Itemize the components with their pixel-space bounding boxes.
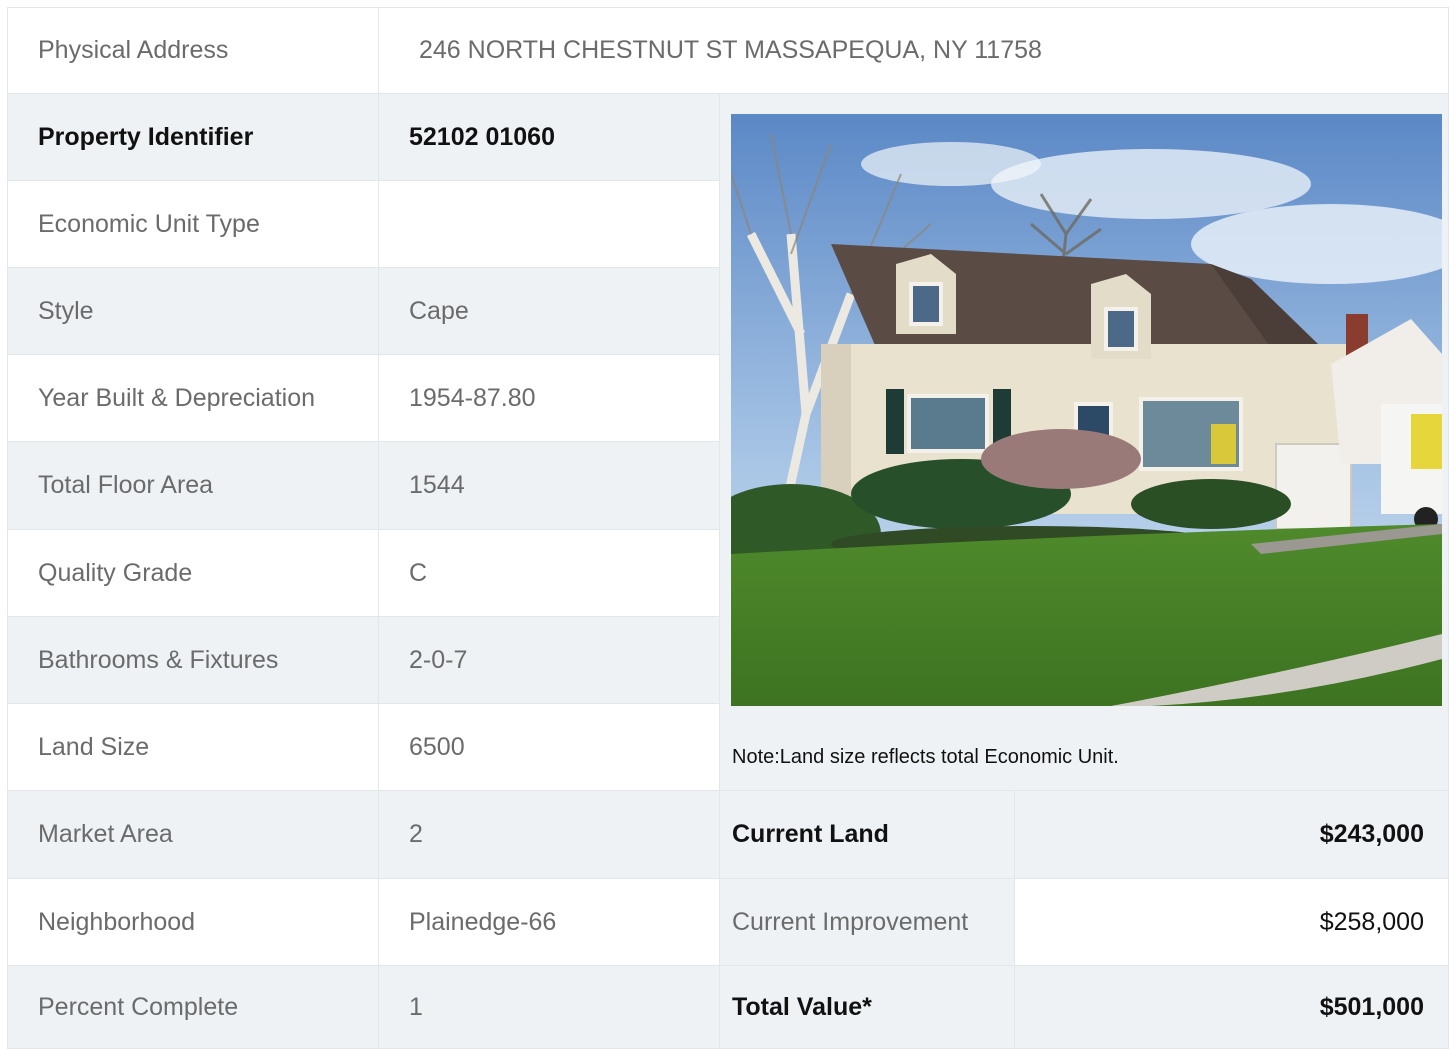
total-floor-area-value: 1544 [378, 441, 720, 530]
bathrooms-value: 2-0-7 [378, 616, 720, 704]
property-identifier-value: 52102 01060 [378, 93, 720, 181]
quality-grade-value: C [378, 529, 720, 617]
year-built-value: 1954-87.80 [378, 354, 720, 442]
land-size-note: Note:Land size reflects total Economic U… [732, 746, 1119, 768]
total-value-label: Total Value* [719, 965, 1015, 1049]
economic-unit-type-label: Economic Unit Type [7, 180, 379, 268]
style-label: Style [7, 267, 379, 355]
economic-unit-type-value [378, 180, 720, 268]
neighborhood-value: Plainedge-66 [378, 878, 720, 966]
neighborhood-label: Neighborhood [7, 878, 379, 966]
total-floor-area-label: Total Floor Area [7, 441, 379, 530]
property-photo-panel: Note:Land size reflects total Economic U… [719, 93, 1449, 791]
property-identifier-label: Property Identifier [7, 93, 379, 181]
quality-grade-label: Quality Grade [7, 529, 379, 617]
current-improvement-value: $258,000 [1014, 878, 1449, 966]
market-area-label: Market Area [7, 790, 379, 879]
current-land-label: Current Land [719, 790, 1015, 879]
style-value: Cape [378, 267, 720, 355]
percent-complete-label: Percent Complete [7, 965, 379, 1049]
percent-complete-value: 1 [378, 965, 720, 1049]
market-area-value: 2 [378, 790, 720, 879]
current-improvement-label: Current Improvement [719, 878, 1015, 966]
land-size-label: Land Size [7, 703, 379, 791]
address-value: 246 NORTH CHESTNUT ST MASSAPEQUA, NY 117… [378, 7, 1449, 94]
total-value-value: $501,000 [1014, 965, 1449, 1049]
current-land-value: $243,000 [1014, 790, 1449, 879]
land-size-value: 6500 [378, 703, 720, 791]
year-built-label: Year Built & Depreciation [7, 354, 379, 442]
bathrooms-label: Bathrooms & Fixtures [7, 616, 379, 704]
address-label: Physical Address [7, 7, 379, 94]
property-photo [731, 114, 1442, 706]
house-photo-illustration [731, 114, 1442, 706]
